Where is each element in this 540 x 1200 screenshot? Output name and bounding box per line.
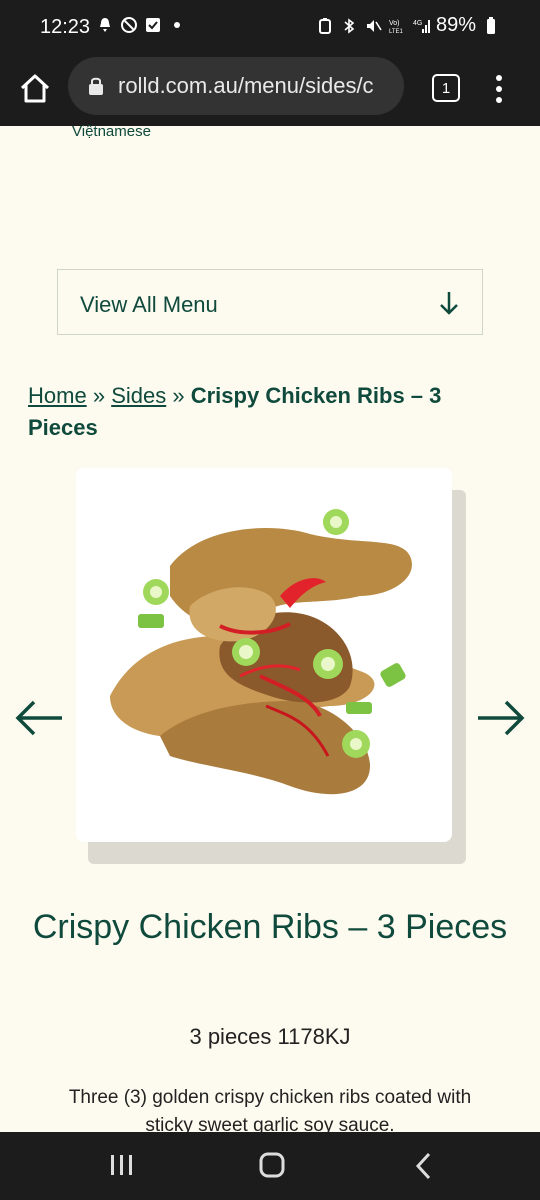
product-image (70, 466, 470, 866)
breadcrumb-current: Crispy Chicken Ribs – 3 Pieces (28, 383, 442, 440)
dot-icon (168, 16, 186, 34)
breadcrumb-separator: » (92, 383, 106, 408)
arrow-left-icon[interactable] (14, 698, 64, 738)
arrow-right-icon[interactable] (476, 698, 526, 738)
tabs-icon[interactable]: 1 (432, 74, 460, 102)
product-subtitle: 3 pieces 1178KJ (189, 1024, 351, 1049)
overflow-menu-icon[interactable] (494, 74, 504, 104)
system-navigation-bar (0, 1132, 540, 1200)
status-bar: 12:23 Vo) LTE1 4G 89% (0, 0, 540, 56)
lock-icon (88, 76, 104, 96)
svg-text:Vo): Vo) (389, 20, 400, 27)
bluetooth-icon (340, 17, 358, 35)
blocked-icon (120, 16, 138, 34)
battery-icon (482, 16, 500, 35)
mute-icon (364, 17, 382, 35)
status-right-icons: Vo) LTE1 4G 89% (316, 14, 500, 37)
arrow-down-icon (438, 290, 460, 316)
view-all-menu-label: View All Menu (80, 292, 218, 317)
svg-text:4G: 4G (413, 20, 422, 27)
status-left-icons (96, 16, 186, 34)
battery-saver-icon (316, 17, 334, 35)
checkbox-icon (144, 16, 162, 34)
svg-text:LTE1: LTE1 (389, 29, 404, 35)
breadcrumb-home-link[interactable]: Home (28, 383, 87, 408)
url-text[interactable]: rolld.com.au/menu/sides/c (118, 73, 398, 99)
signal-4g-icon: 4G (412, 17, 430, 35)
status-time: 12:23 (40, 16, 91, 38)
browser-toolbar: rolld.com.au/menu/sides/c 1 (0, 56, 540, 126)
tab-count: 1 (441, 79, 451, 97)
breadcrumb-sides-link[interactable]: Sides (111, 383, 166, 408)
home-nav-icon[interactable] (259, 1151, 285, 1179)
top-fragment-text: Việtnamese (72, 123, 151, 140)
breadcrumb: Home » Sides » Crispy Chicken Ribs – 3 P… (28, 380, 508, 444)
battery-percent: 89% (435, 14, 476, 36)
breadcrumb-separator: » (172, 383, 185, 408)
notification-icon (96, 16, 114, 34)
volte-icon: Vo) LTE1 (388, 17, 406, 35)
recent-apps-icon[interactable] (109, 1152, 135, 1178)
back-nav-icon[interactable] (414, 1152, 432, 1180)
view-all-menu-button[interactable]: View All Menu (57, 269, 483, 335)
url-bar[interactable]: rolld.com.au/menu/sides/c (68, 57, 404, 115)
product-title: Crispy Chicken Ribs – 3 Pieces (32, 908, 508, 946)
home-icon[interactable] (18, 72, 52, 106)
